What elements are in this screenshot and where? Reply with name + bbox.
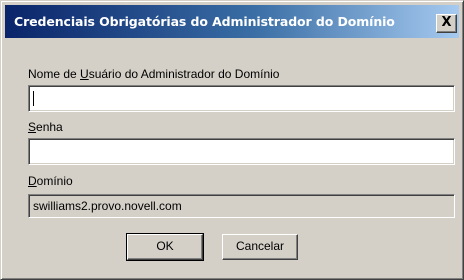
username-label: Nome de Usuário do Administrador do Domí… xyxy=(28,67,279,81)
domain-label: Domínio xyxy=(28,174,73,188)
username-label-suffix: suário do Administrador do Domínio xyxy=(88,67,280,81)
username-field[interactable] xyxy=(28,85,456,112)
ok-button[interactable]: OK xyxy=(126,233,204,261)
password-input[interactable] xyxy=(31,141,456,162)
password-label-accelerator: S xyxy=(28,120,37,134)
cancel-button[interactable]: Cancelar xyxy=(222,234,298,260)
username-label-prefix: Nome de xyxy=(28,67,81,81)
domain-field: swilliams2.provo.novell.com xyxy=(28,194,455,218)
domain-value: swilliams2.provo.novell.com xyxy=(33,199,182,213)
dialog-title: Credenciais Obrigatórias do Administrado… xyxy=(14,14,395,29)
username-label-accelerator: U xyxy=(80,67,89,81)
text-caret xyxy=(33,91,34,106)
domain-label-accelerator: D xyxy=(28,174,37,188)
close-icon: X xyxy=(441,15,452,30)
username-input[interactable] xyxy=(31,88,456,109)
title-bar[interactable]: Credenciais Obrigatórias do Administrado… xyxy=(5,5,459,38)
close-button[interactable]: X xyxy=(436,14,457,33)
domain-label-suffix: omínio xyxy=(36,174,73,188)
password-label-suffix: enha xyxy=(36,120,63,134)
credentials-dialog: Credenciais Obrigatórias do Administrado… xyxy=(0,0,464,280)
password-field[interactable] xyxy=(28,138,456,165)
password-label: Senha xyxy=(28,120,63,134)
